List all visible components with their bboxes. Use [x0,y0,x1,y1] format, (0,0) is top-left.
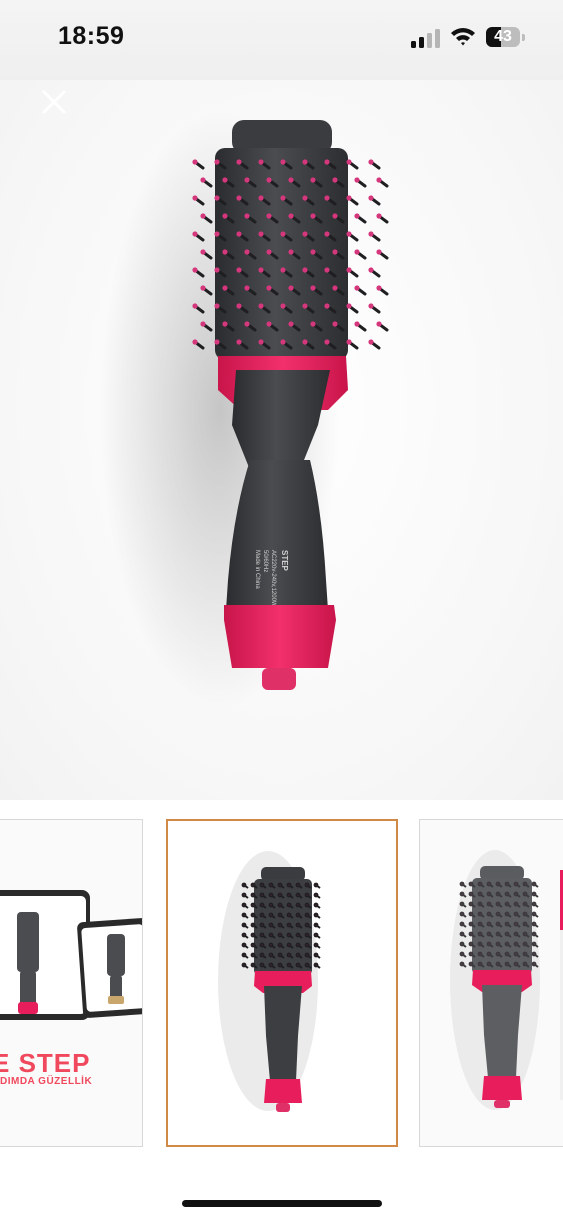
thumbnail-strip[interactable]: E STEP DIMDA GÜZELLİK [0,819,563,1149]
product-thumbnail-image [218,851,321,1112]
label-origin: Made in China [254,550,260,589]
home-indicator[interactable] [182,1200,382,1207]
promo-thumbnail-image [0,890,142,1020]
label-brand: STEP [280,550,289,572]
wifi-icon [451,28,475,46]
battery-level: 43 [494,28,512,45]
product-thumbnail-alt[interactable] [419,819,563,1147]
product-main-image: STEP AC220v-240v,1200W 50/60Hz Made in C… [100,110,389,710]
close-icon[interactable] [38,86,70,118]
label-freq: 50/60Hz [262,550,268,572]
promo-title: E STEP [0,1048,91,1078]
status-bar: 18:59 43 [0,0,563,80]
product-image-viewer[interactable]: STEP AC220v-240v,1200W 50/60Hz Made in C… [0,80,563,800]
status-time: 18:59 [58,22,125,50]
cellular-signal-icon [411,29,440,48]
battery-icon: 43 [486,27,526,47]
product-thumbnail-alt-image [450,850,563,1110]
promo-subtitle: DIMDA GÜZELLİK [0,1076,93,1087]
label-power: AC220v-240v,1200W [270,550,276,607]
product-thumbnail[interactable] [166,819,398,1147]
promo-thumbnail[interactable]: E STEP DIMDA GÜZELLİK [0,819,143,1147]
